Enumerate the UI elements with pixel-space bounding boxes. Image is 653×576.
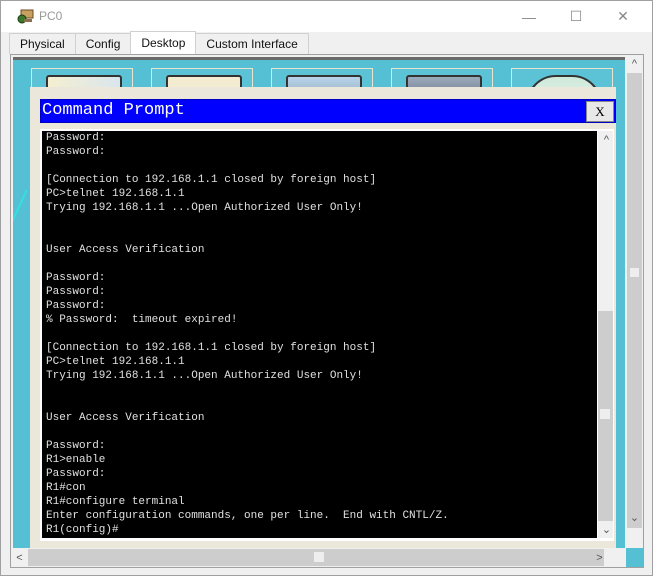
- terminal-line: Password:: [46, 286, 106, 298]
- terminal-line: [Connection to 192.168.1.1 closed by for…: [46, 342, 377, 354]
- terminal-line: R1(config)#: [46, 524, 119, 536]
- desktop-panel: Command Prompt X Password: Password: [Con…: [10, 54, 644, 568]
- terminal-line: PC>telnet 192.168.1.1: [46, 188, 185, 200]
- terminal-line: Password:: [46, 300, 106, 312]
- terminal-line: Password:: [46, 468, 106, 480]
- terminal-line: % Password: timeout expired!: [46, 314, 238, 326]
- desktop-hscroll-thumb[interactable]: [28, 549, 604, 566]
- close-window-button[interactable]: ✕: [600, 1, 646, 32]
- desktop-horizontal-scrollbar[interactable]: < >: [11, 548, 625, 567]
- terminal-line: [Connection to 192.168.1.1 closed by for…: [46, 174, 377, 186]
- tab-custom-interface[interactable]: Custom Interface: [195, 33, 309, 54]
- terminal-line: Password:: [46, 440, 106, 452]
- scrollbar-corner: [626, 548, 643, 567]
- terminal-line: User Access Verification: [46, 412, 205, 424]
- terminal-line: Password:: [46, 272, 106, 284]
- terminal-frame: Password: Password: [Connection to 192.16…: [40, 129, 614, 541]
- packet-tracer-pc-icon: [17, 9, 34, 24]
- maximize-icon: ☐: [569, 8, 583, 24]
- tab-config[interactable]: Config: [74, 33, 132, 54]
- terminal-scroll-thumb[interactable]: [598, 311, 613, 521]
- minimize-icon: —: [522, 8, 536, 25]
- tab-physical[interactable]: Physical: [9, 33, 76, 54]
- scroll-up-icon[interactable]: ^: [626, 55, 643, 72]
- maximize-button[interactable]: ☐: [553, 1, 599, 32]
- pc0-window: PC0 — ☐ ✕ Physical Config Desktop Custom…: [0, 0, 653, 576]
- close-icon: ✕: [617, 8, 629, 24]
- dialog-title: Command Prompt: [42, 101, 185, 120]
- terminal-scrollbar[interactable]: ^ ⌄: [598, 131, 613, 538]
- terminal-text: Password: Password: [Connection to 192.16…: [42, 131, 597, 537]
- tab-desktop[interactable]: Desktop: [130, 31, 197, 54]
- window-title: PC0: [39, 9, 63, 23]
- minimize-button[interactable]: —: [506, 1, 552, 32]
- terminal-line: R1>enable: [46, 454, 106, 466]
- title-bar: PC0 — ☐ ✕: [1, 1, 652, 32]
- link-line: [13, 189, 32, 247]
- tab-bar: Physical Config Desktop Custom Interface: [9, 31, 309, 54]
- terminal-output[interactable]: Password: Password: [Connection to 192.16…: [42, 131, 597, 538]
- terminal-line: Trying 192.168.1.1 ...Open Authorized Us…: [46, 202, 363, 214]
- terminal-line: R1#con: [46, 482, 86, 494]
- terminal-line: R1#configure terminal: [46, 496, 185, 508]
- scroll-left-icon[interactable]: <: [11, 549, 28, 566]
- scroll-down-icon[interactable]: ⌄: [626, 509, 643, 526]
- scroll-right-icon[interactable]: >: [591, 549, 608, 566]
- command-prompt-dialog: Command Prompt X Password: Password: [Con…: [30, 87, 616, 549]
- terminal-line: Trying 192.168.1.1 ...Open Authorized Us…: [46, 370, 363, 382]
- terminal-line: User Access Verification: [46, 244, 205, 256]
- desktop-area: Command Prompt X Password: Password: [Con…: [13, 57, 625, 549]
- dialog-title-bar: Command Prompt X: [40, 99, 616, 123]
- terminal-line: Password:: [46, 146, 106, 158]
- scroll-up-icon[interactable]: ^: [598, 131, 615, 148]
- terminal-line: Enter configuration commands, one per li…: [46, 510, 449, 522]
- desktop-vscroll-thumb[interactable]: [627, 73, 642, 528]
- desktop-vertical-scrollbar[interactable]: ^ ⌄: [626, 55, 643, 546]
- terminal-line: PC>telnet 192.168.1.1: [46, 356, 185, 368]
- scroll-down-icon[interactable]: ⌄: [598, 521, 615, 538]
- dialog-close-button[interactable]: X: [586, 101, 614, 122]
- terminal-line: Password:: [46, 132, 106, 144]
